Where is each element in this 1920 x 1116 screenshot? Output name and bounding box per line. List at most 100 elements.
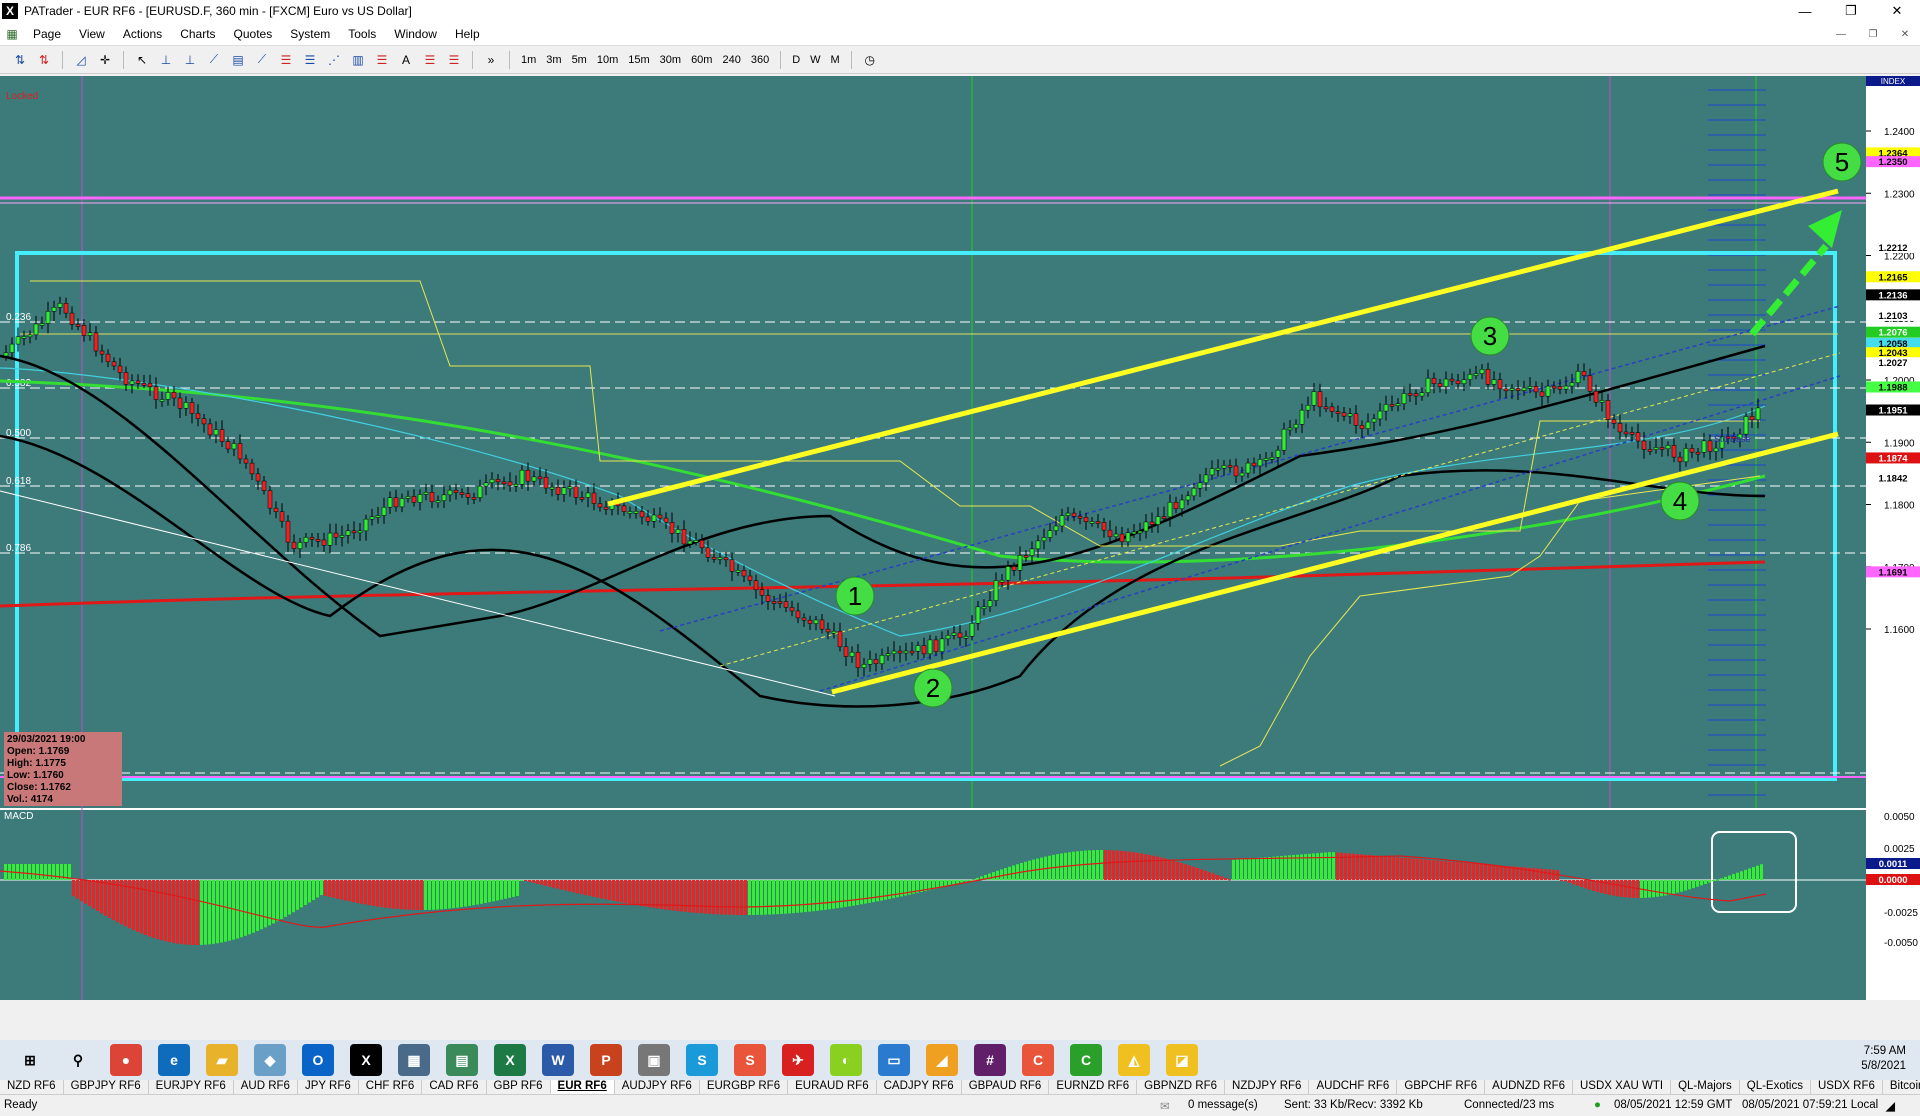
horizontal-line-icon[interactable]: ⊥ <box>156 50 176 70</box>
app11-icon[interactable]: ◭ <box>1118 1044 1150 1076</box>
app2-icon[interactable]: ▤ <box>446 1044 478 1076</box>
trendline-icon[interactable]: ⟋ <box>204 50 224 70</box>
restore-button[interactable]: ❐ <box>1828 0 1874 22</box>
status-messages[interactable]: 0 message(s) <box>1188 1099 1258 1111</box>
powerpoint-icon[interactable]: P <box>590 1044 622 1076</box>
system-clock[interactable]: 7:59 AM 5/8/2021 <box>1861 1044 1906 1074</box>
app-icon[interactable]: ◆ <box>254 1044 286 1076</box>
menu-actions[interactable]: Actions <box>114 27 171 41</box>
timeframe-m[interactable]: M <box>826 54 845 66</box>
pointer-icon[interactable]: ↖ <box>132 50 152 70</box>
toolbar-separator <box>850 50 852 69</box>
app12-icon[interactable]: ◪ <box>1166 1044 1198 1076</box>
mdi-close-button[interactable]: ✕ <box>1894 25 1916 43</box>
candle-body <box>1323 406 1329 410</box>
macd-bar <box>832 880 835 909</box>
candle-body <box>1587 375 1593 392</box>
app5-icon[interactable]: ✈ <box>782 1044 814 1076</box>
clock-icon[interactable]: ◷ <box>860 50 880 70</box>
folder-icon[interactable]: ▰ <box>206 1044 238 1076</box>
fib-retrace-icon[interactable]: ☰ <box>276 50 296 70</box>
price-chart[interactable]: 0.2360.3820.5000.6180.7861.000 12345 1.2… <box>0 76 1920 1000</box>
macd-bar <box>756 880 759 915</box>
timeframe-360[interactable]: 360 <box>746 54 774 66</box>
candle-body <box>303 537 309 543</box>
more-tools-icon[interactable]: » <box>481 50 501 70</box>
channel-icon[interactable]: ⊥ <box>180 50 200 70</box>
outlook-icon[interactable]: O <box>302 1044 334 1076</box>
skype-icon[interactable]: S <box>686 1044 718 1076</box>
candle-body <box>753 580 759 591</box>
candle-body <box>1143 521 1149 532</box>
candle-body <box>297 542 303 549</box>
timeframe-d[interactable]: D <box>787 54 805 66</box>
menu-help[interactable]: Help <box>446 27 489 41</box>
chart-icon[interactable]: ◿ <box>71 50 91 70</box>
close-button[interactable]: ✕ <box>1874 0 1920 22</box>
candle-body <box>1581 371 1587 376</box>
macd-bar <box>1616 880 1619 897</box>
mdi-restore-button[interactable]: ❐ <box>1862 25 1884 43</box>
menu-system[interactable]: System <box>281 27 339 41</box>
app10-icon[interactable]: C <box>1070 1044 1102 1076</box>
app3-icon[interactable]: ▣ <box>638 1044 670 1076</box>
timeframe-240[interactable]: 240 <box>717 54 745 66</box>
timeframe-15m[interactable]: 15m <box>623 54 654 66</box>
excel-icon[interactable]: X <box>494 1044 526 1076</box>
timeframe-w[interactable]: W <box>805 54 825 66</box>
chrome-icon[interactable]: ● <box>110 1044 142 1076</box>
app7-icon[interactable]: ▭ <box>878 1044 910 1076</box>
chart-menu-icon[interactable]: ▦ <box>2 24 22 44</box>
message-icon[interactable]: ✉ <box>1160 1099 1170 1113</box>
fib-ext-icon[interactable]: ☰ <box>300 50 320 70</box>
app8-icon[interactable]: ◢ <box>926 1044 958 1076</box>
search-icon[interactable]: ⚲ <box>62 1044 94 1076</box>
mdi-minimize-button[interactable]: — <box>1830 25 1852 43</box>
menu-view[interactable]: View <box>70 27 114 41</box>
candle-body <box>783 601 789 608</box>
timeframe-30m[interactable]: 30m <box>655 54 686 66</box>
resize-grip-icon[interactable]: ◢ <box>1886 1099 1895 1113</box>
template-icon[interactable]: ☰ <box>444 50 464 70</box>
menu-tools[interactable]: Tools <box>339 27 385 41</box>
timeframe-10m[interactable]: 10m <box>592 54 623 66</box>
macd-bar <box>312 880 315 901</box>
menu-quotes[interactable]: Quotes <box>225 27 282 41</box>
candle-body <box>1077 516 1083 519</box>
timeframe-5m[interactable]: 5m <box>567 54 592 66</box>
app6-icon[interactable]: ◐ <box>830 1044 862 1076</box>
menu-charts[interactable]: Charts <box>171 27 224 41</box>
timeframe-1m[interactable]: 1m <box>516 54 541 66</box>
text-icon[interactable]: A <box>396 50 416 70</box>
timeframe-60m[interactable]: 60m <box>686 54 717 66</box>
patrader-icon[interactable]: X <box>350 1044 382 1076</box>
edge-icon[interactable]: e <box>158 1044 190 1076</box>
regression-icon[interactable]: ▤ <box>228 50 248 70</box>
time-zones-icon[interactable]: ▥ <box>348 50 368 70</box>
macd-bar <box>1320 852 1323 880</box>
calculator-icon[interactable]: ▦ <box>398 1044 430 1076</box>
macd-bar <box>192 880 195 945</box>
candle-body <box>981 606 987 609</box>
timeframe-3m[interactable]: 3m <box>541 54 566 66</box>
crosshair-icon[interactable]: ✛ <box>95 50 115 70</box>
chart-window[interactable]: 0.2360.3820.5000.6180.7861.000 12345 1.2… <box>0 76 1920 1116</box>
sell-icon[interactable]: ⇅ <box>34 50 54 70</box>
start-icon[interactable]: ⊞ <box>14 1044 46 1076</box>
menu-window[interactable]: Window <box>385 27 446 41</box>
macd-bar <box>1376 855 1379 880</box>
buy-icon[interactable]: ⇅ <box>10 50 30 70</box>
levels-icon[interactable]: ☰ <box>372 50 392 70</box>
minimize-button[interactable]: — <box>1782 0 1828 22</box>
word-icon[interactable]: W <box>542 1044 574 1076</box>
gann-fan-icon[interactable]: ⋰ <box>324 50 344 70</box>
candle-body <box>1509 388 1515 391</box>
slack-icon[interactable]: # <box>974 1044 1006 1076</box>
fib-fan-icon[interactable]: ⟋ <box>252 50 272 70</box>
macd-bar <box>656 880 659 909</box>
menu-page[interactable]: Page <box>24 27 70 41</box>
candle-body <box>765 595 771 602</box>
app4-icon[interactable]: S <box>734 1044 766 1076</box>
app9-icon[interactable]: C <box>1022 1044 1054 1076</box>
pitchfork-icon[interactable]: ☰ <box>420 50 440 70</box>
